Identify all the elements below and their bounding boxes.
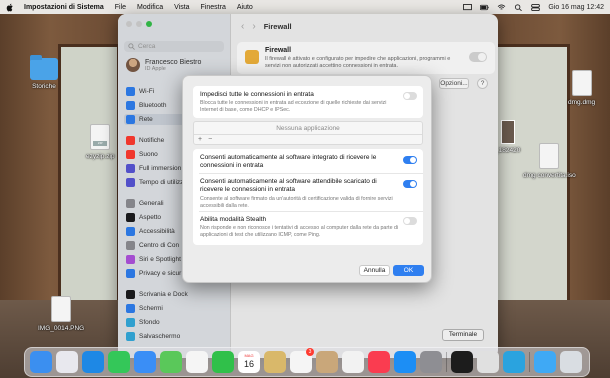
add-app-button[interactable]: +: [198, 136, 202, 143]
no-applications-label: Nessuna applicazione: [276, 125, 340, 132]
remove-app-button[interactable]: −: [208, 136, 212, 143]
ok-button[interactable]: OK: [393, 265, 424, 276]
notes-icon[interactable]: [264, 351, 286, 373]
photo-file-icon: [500, 120, 515, 144]
mail-icon[interactable]: [134, 351, 156, 373]
iso-file-icon: [539, 143, 560, 169]
menu-view[interactable]: Vista: [174, 4, 189, 11]
allowed-apps-list[interactable]: Nessuna applicazione + −: [193, 121, 423, 145]
contacts-icon[interactable]: [316, 351, 338, 373]
messages-icon[interactable]: [108, 351, 130, 373]
stealth-mode-title: Abilita modalità Stealth: [200, 216, 267, 223]
builtin-software-toggle[interactable]: [403, 156, 417, 164]
wallpaper-window-left: [0, 14, 125, 314]
preview-icon[interactable]: [477, 351, 499, 373]
desktop-file-iso[interactable]: dmg convertita.iso: [523, 143, 576, 179]
image-file-icon: [51, 296, 72, 322]
control-center-icon[interactable]: [531, 3, 541, 11]
music-icon[interactable]: [368, 351, 390, 373]
desktop-file-partial[interactable]: _182420: [495, 120, 520, 154]
facetime-icon[interactable]: [212, 351, 234, 373]
desktop-icon-label: ezyzip.zip: [86, 153, 115, 160]
block-all-title: Impedisci tutte le connessioni in entrat…: [200, 91, 314, 98]
dmg-file-icon: [571, 70, 592, 96]
desktop-icon-label: dmg.dmg: [568, 99, 596, 106]
list-controls: + −: [194, 134, 422, 144]
wifi-icon[interactable]: [497, 3, 506, 11]
menu-clock[interactable]: Gio 16 mag 12:42: [548, 4, 604, 11]
desktop-icon-label: dmg convertita.iso: [523, 172, 576, 179]
row-divider: [199, 173, 423, 174]
stealth-mode-description: Non risponde e non riconosce i tentativi…: [200, 225, 399, 238]
dock-separator: [529, 352, 530, 372]
desktop-icon-label: _182420: [495, 147, 521, 154]
firewall-options-sheet: Impedisci tutte le connessioni in entrat…: [182, 75, 432, 283]
menu-bar: Impostazioni di Sistema File Modifica Vi…: [0, 0, 610, 14]
desktop-file-ezyzip[interactable]: ZIP ezyzip.zip: [86, 124, 115, 160]
menu-help[interactable]: Aiuto: [237, 4, 253, 11]
zip-file-icon: ZIP: [90, 124, 111, 150]
builtin-software-title: Consenti automaticamente al software int…: [200, 154, 377, 169]
desktop-icon-label: IMG_0014.PNG: [38, 325, 85, 332]
block-all-description: Blocca tutte le connessioni in entrata a…: [200, 100, 387, 113]
maps-icon[interactable]: [160, 351, 182, 373]
system-settings-icon[interactable]: [420, 351, 442, 373]
terminal-icon[interactable]: [451, 351, 473, 373]
app-store-icon[interactable]: [394, 351, 416, 373]
folder-icon: [30, 55, 58, 80]
calendar-month: MAG: [244, 353, 254, 358]
calendar-icon[interactable]: MAG 16: [238, 351, 260, 373]
downloads-icon[interactable]: [534, 351, 556, 373]
battery-icon[interactable]: [480, 4, 489, 11]
launchpad-icon[interactable]: [56, 351, 78, 373]
block-all-row: Impedisci tutte le connessioni in entrat…: [193, 86, 423, 118]
desktop-folder-storiche[interactable]: Storiche: [30, 55, 58, 90]
finder-icon[interactable]: [30, 351, 52, 373]
screen-mirroring-icon[interactable]: [463, 3, 473, 11]
menu-window[interactable]: Finestra: [201, 4, 226, 11]
desktop-file-img[interactable]: IMG_0014.PNG: [38, 296, 84, 332]
reminders-icon[interactable]: 3: [290, 348, 314, 373]
photos-icon[interactable]: [186, 351, 208, 373]
telegram-icon[interactable]: [503, 351, 525, 373]
menu-app-name[interactable]: Impostazioni di Sistema: [24, 4, 104, 11]
cancel-button[interactable]: Annulla: [359, 265, 390, 276]
dock-tooltip: Terminale: [442, 329, 484, 341]
safari-icon[interactable]: [82, 351, 104, 373]
dock: MAG 16 3: [24, 347, 590, 377]
freeform-icon[interactable]: [342, 351, 364, 373]
apple-menu-icon[interactable]: [6, 3, 14, 12]
notification-badge: 3: [306, 348, 314, 356]
signed-software-description: Consente al software firmato da un'autor…: [200, 196, 393, 209]
automatic-allow-group: Consenti automaticamente al software int…: [193, 149, 423, 245]
spotlight-search-icon[interactable]: [514, 3, 523, 11]
desktop-icon-label: Storiche: [32, 83, 56, 90]
row-divider: [199, 211, 423, 212]
block-all-toggle[interactable]: [403, 92, 417, 100]
dock-separator: [446, 352, 447, 372]
desktop-file-dmg[interactable]: dmg.dmg: [568, 70, 595, 106]
signed-software-title: Consenti automaticamente al software att…: [200, 178, 377, 193]
menu-edit[interactable]: Modifica: [137, 4, 163, 11]
stealth-mode-toggle[interactable]: [403, 217, 417, 225]
calendar-day: 16: [243, 359, 254, 369]
signed-software-toggle[interactable]: [403, 180, 417, 188]
menu-file[interactable]: File: [115, 4, 126, 11]
trash-icon[interactable]: [560, 351, 582, 373]
